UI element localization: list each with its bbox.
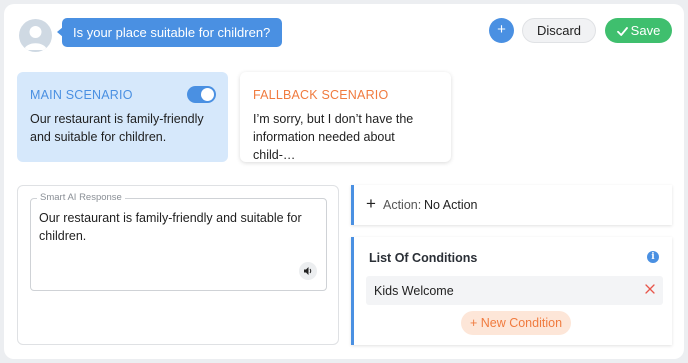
action-value: No Action <box>424 198 478 212</box>
condition-item[interactable]: Kids Welcome <box>366 276 663 305</box>
action-label: Action: <box>383 198 422 212</box>
smart-ai-response-text[interactable]: Our restaurant is family-friendly and su… <box>39 209 314 245</box>
checkmark-icon <box>616 27 628 36</box>
new-condition-button[interactable]: + New Condition <box>461 311 571 335</box>
smart-ai-response-field[interactable]: Smart AI Response Our restaurant is fami… <box>30 192 327 291</box>
main-scenario-text: Our restaurant is family-friendly and su… <box>30 112 204 144</box>
user-avatar-icon <box>19 19 52 52</box>
user-message-bubble: Is your place suitable for children? <box>56 18 283 47</box>
info-icon[interactable]: i <box>647 251 659 263</box>
save-button[interactable]: Save <box>605 18 672 43</box>
condition-label: Kids Welcome <box>374 284 454 298</box>
close-icon[interactable] <box>644 282 656 300</box>
scenario-editor-card: Is your place suitable for children? + D… <box>4 4 684 359</box>
toggle-knob <box>201 88 214 101</box>
fallback-scenario-card[interactable]: FALLBACK SCENARIO I’m sorry, but I don’t… <box>240 72 451 162</box>
plus-icon[interactable]: + <box>366 194 376 214</box>
save-button-label: Save <box>630 23 661 38</box>
main-scenario-card[interactable]: MAIN SCENARIO Our restaurant is family-f… <box>17 72 228 162</box>
speaker-icon[interactable] <box>299 262 317 280</box>
conditions-panel: List Of Conditions i Kids Welcome + New … <box>351 237 672 345</box>
smart-ai-response-label: Smart AI Response <box>37 192 125 203</box>
conditions-title: List Of Conditions <box>369 251 478 265</box>
fallback-scenario-text: I’m sorry, but I don’t have the informat… <box>253 112 414 162</box>
add-button[interactable]: + <box>489 18 514 43</box>
response-panel: Smart AI Response Our restaurant is fami… <box>17 185 339 345</box>
fallback-scenario-title: FALLBACK SCENARIO <box>253 88 389 102</box>
action-bar[interactable]: + Action: No Action <box>351 185 672 225</box>
main-scenario-toggle[interactable] <box>187 86 216 103</box>
discard-button[interactable]: Discard <box>522 18 596 43</box>
